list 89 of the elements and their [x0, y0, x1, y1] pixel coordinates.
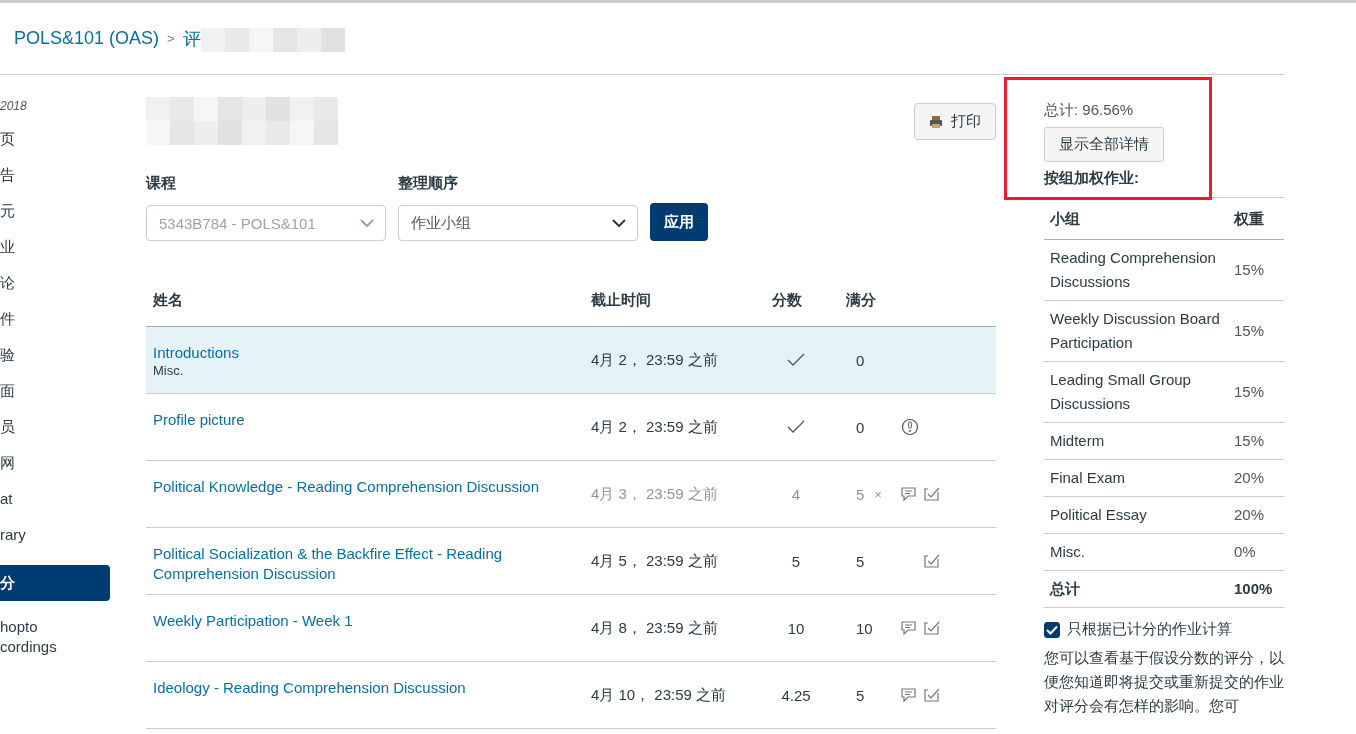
comment-icon — [901, 486, 919, 502]
points-possible: 5 — [856, 686, 865, 704]
checkmark-icon — [1046, 624, 1058, 635]
chevron-down-icon — [611, 216, 627, 230]
checkmark-icon — [787, 420, 805, 434]
nav-link[interactable]: 面 — [0, 381, 110, 417]
column-header: 满分 — [845, 291, 877, 310]
checkmark-icon — [787, 353, 805, 367]
score-value: 4.25 — [781, 686, 811, 704]
group-name: Final Exam — [1050, 468, 1127, 488]
rubric-icon — [923, 687, 941, 703]
group-name: Leading Small Group Discussions — [1050, 370, 1192, 414]
nav-link[interactable]: 网 — [0, 453, 110, 489]
due-date: 4月 3， 23:59 之前 — [591, 483, 719, 504]
nav-link[interactable]: rary — [0, 525, 110, 561]
assignment-link[interactable]: Ideology - Reading Comprehension Discussion — [153, 678, 466, 698]
nav-link[interactable]: 页 — [0, 129, 110, 165]
nav-link[interactable]: 元 — [0, 201, 110, 237]
checkbox-label: 只根据已计分的作业计算 — [1067, 620, 1232, 639]
section-title: 按组加权作业: — [1044, 169, 1140, 188]
checkbox[interactable] — [1044, 621, 1060, 638]
term-label: 2018 — [0, 99, 28, 115]
nav-link[interactable]: 论 — [0, 273, 110, 309]
field-label: 整理顺序 — [398, 174, 459, 193]
group-name: Political Essay — [1050, 505, 1148, 525]
nav-link[interactable]: at — [0, 489, 110, 525]
group-weight: 15% — [1234, 260, 1266, 280]
group-weight: 0% — [1234, 542, 1257, 562]
nav-link[interactable]: hopto cordings — [0, 617, 110, 653]
rubric-icon — [923, 486, 941, 502]
group-weight: 100% — [1234, 579, 1274, 599]
assignment-link[interactable]: Political Knowledge - Reading Comprehension Discussion — [153, 477, 540, 497]
group-weight: 20% — [1234, 468, 1266, 488]
group-weight: 20% — [1234, 505, 1266, 525]
assignment-link[interactable]: Weekly Participation - Week 1 — [153, 611, 353, 631]
rubric-icon — [923, 620, 941, 636]
nav-link[interactable]: 告 — [0, 165, 110, 201]
group-name: 总计 — [1050, 579, 1081, 599]
show-details-button[interactable]: 显示全部详情 — [1044, 127, 1164, 162]
group-weight: 15% — [1234, 321, 1266, 341]
due-date: 4月 2， 23:59 之前 — [591, 416, 719, 437]
nav-link[interactable]: 验 — [0, 345, 110, 381]
nav-link[interactable]: 员 — [0, 417, 110, 453]
due-date: 4月 5， 23:59 之前 — [591, 550, 719, 571]
assignment-link[interactable]: Introductions — [153, 343, 239, 363]
group-weight: 15% — [1234, 382, 1266, 402]
group-name: Misc. — [1050, 542, 1086, 562]
due-date: 4月 8， 23:59 之前 — [591, 617, 719, 638]
breadcrumb-link[interactable]: 评 — [182, 26, 201, 51]
assignment-link[interactable]: Political Socialization & the Backfire Effect - Reading Comprehension Discussion — [153, 544, 591, 584]
chevron-down-icon — [359, 216, 375, 230]
rubric-icon — [923, 553, 941, 569]
nav-link[interactable]: 业 — [0, 237, 110, 273]
score-value: 4 — [791, 485, 801, 503]
column-header: 姓名 — [152, 291, 184, 310]
due-date: 4月 2， 23:59 之前 — [591, 349, 719, 370]
print-button[interactable]: 打印 — [914, 103, 996, 140]
column-header: 权重 — [1234, 208, 1265, 229]
comment-icon — [901, 687, 919, 703]
column-header: 截止时间 — [591, 291, 652, 310]
points-possible: 5 — [856, 552, 865, 570]
nav-link[interactable]: 分 — [0, 565, 110, 601]
field-label: 课程 — [146, 174, 177, 193]
group-name: Weekly Discussion Board Participation — [1050, 309, 1221, 353]
points-possible: 0 — [856, 418, 865, 436]
assignment-link[interactable]: Profile picture — [153, 410, 245, 430]
column-header: 分数 — [771, 291, 803, 310]
column-header: 小组 — [1050, 208, 1081, 229]
help-text: 您可以查看基于假设分数的评分，以便您知道即将提交或重新提交的作业对评分会有怎样的影响。您可 — [1044, 648, 1284, 716]
points-possible: 10 — [856, 619, 873, 637]
group-label: Misc. — [153, 363, 184, 378]
points-possible: 0 — [856, 351, 865, 369]
points-possible: 5 — [856, 485, 865, 503]
breadcrumb-separator: > — [167, 31, 175, 46]
score-value: 5 — [791, 552, 801, 570]
group-name: Reading Comprehension Discussions — [1050, 248, 1217, 292]
breadcrumb-link[interactable]: POLS&101 (OAS) — [14, 28, 160, 49]
nav-link[interactable]: 件 — [0, 309, 110, 345]
score-value: 10 — [787, 619, 805, 637]
order-select[interactable]: 作业小组 — [398, 205, 638, 241]
total-grade: 总计: 96.56% — [1044, 101, 1135, 120]
comment-icon — [901, 620, 919, 636]
group-name: Midterm — [1050, 431, 1106, 451]
group-weight: 15% — [1234, 431, 1266, 451]
dropped-mark: × — [874, 486, 882, 502]
apply-button[interactable]: 应用 — [650, 203, 708, 241]
alert-icon — [901, 418, 919, 436]
printer-icon — [929, 114, 943, 129]
due-date: 4月 10， 23:59 之前 — [591, 684, 728, 705]
